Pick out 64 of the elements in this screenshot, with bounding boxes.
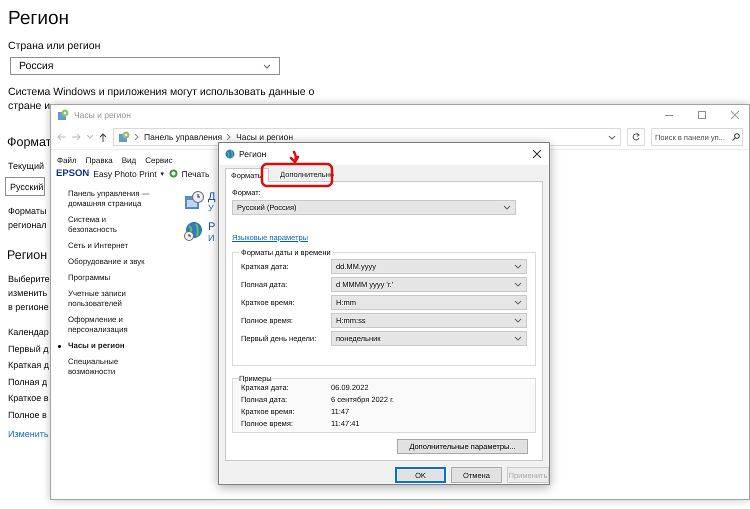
chevron-down-icon [608, 134, 616, 140]
category-sublink[interactable]: И [208, 233, 216, 243]
arrow-icon [290, 150, 300, 164]
section-heading: Регион [7, 248, 48, 262]
close-icon [533, 150, 541, 158]
setting-label: Краткая д [8, 359, 49, 372]
section-heading: Формат [7, 135, 52, 149]
control-panel-icon [57, 109, 69, 121]
toolbar-button[interactable]: Easy Photo Print [93, 168, 157, 178]
setting-label: Первый д [8, 342, 49, 356]
toolbar-button[interactable]: Печать [182, 168, 210, 178]
close-icon [731, 111, 739, 119]
menu-item[interactable]: Вид [122, 156, 136, 165]
description-text: стране и [8, 99, 50, 113]
chevron-down-icon [514, 336, 522, 341]
category-link[interactable]: Р [208, 221, 216, 233]
breadcrumb-item[interactable]: Панель управления [144, 132, 222, 142]
change-link[interactable]: Изменить [8, 429, 49, 439]
menu-item[interactable]: Файл [57, 156, 77, 165]
forward-arrow-icon[interactable] [72, 133, 81, 141]
chevron-right-icon [135, 134, 139, 140]
field-label: Страна или регион [8, 40, 100, 52]
up-arrow-icon[interactable] [99, 132, 107, 142]
menu-item[interactable]: Сервис [145, 156, 173, 165]
brand-logo: EPSON [56, 168, 90, 179]
country-dropdown[interactable]: Россия [10, 57, 280, 75]
description-text: Система Windows и приложения могут использовать данные о [8, 85, 314, 99]
refresh-button[interactable] [627, 128, 645, 146]
control-panel-icon [118, 131, 130, 143]
dialog-title: Регион [239, 149, 266, 159]
setting-label: Краткое в [8, 392, 49, 405]
category-sublink[interactable]: У [208, 203, 216, 213]
chevron-down-icon [514, 264, 522, 269]
globe-icon [225, 149, 235, 159]
page-title: Регион [8, 8, 70, 30]
clock-calendar-icon [184, 191, 204, 211]
chevron-right-icon [227, 134, 232, 140]
search-icon [732, 133, 740, 141]
chevron-down-icon [514, 318, 522, 323]
chevron-down-icon [263, 64, 271, 68]
print-icon[interactable] [168, 169, 178, 178]
field-label: Текущий [8, 160, 44, 173]
chevron-down-icon [514, 300, 522, 305]
setting-label: Календар [8, 326, 49, 339]
chevron-down-icon [514, 282, 522, 287]
menu-item[interactable]: Правка [86, 156, 113, 165]
description-text: в регионе [8, 301, 49, 314]
chevron-down-icon [503, 205, 511, 210]
maximize-icon [698, 111, 706, 119]
back-arrow-icon[interactable] [57, 133, 66, 141]
window-title: Часы и регион [74, 110, 131, 120]
description-text: регионал [8, 219, 47, 232]
chevron-down-icon[interactable] [87, 135, 93, 139]
setting-label: Полное в [8, 408, 47, 422]
globe-clock-icon [184, 221, 204, 241]
minimize-icon [665, 114, 673, 116]
description-text: изменить [8, 287, 48, 300]
setting-label: Полная д [8, 376, 48, 389]
breadcrumb-item[interactable]: Часы и регион [236, 132, 294, 142]
refresh-icon [632, 133, 640, 141]
category-link[interactable]: Д [208, 191, 216, 203]
description-text: Форматы [8, 205, 46, 218]
format-dropdown[interactable]: Русский [5, 177, 45, 196]
description-text: Выберите [8, 273, 50, 286]
